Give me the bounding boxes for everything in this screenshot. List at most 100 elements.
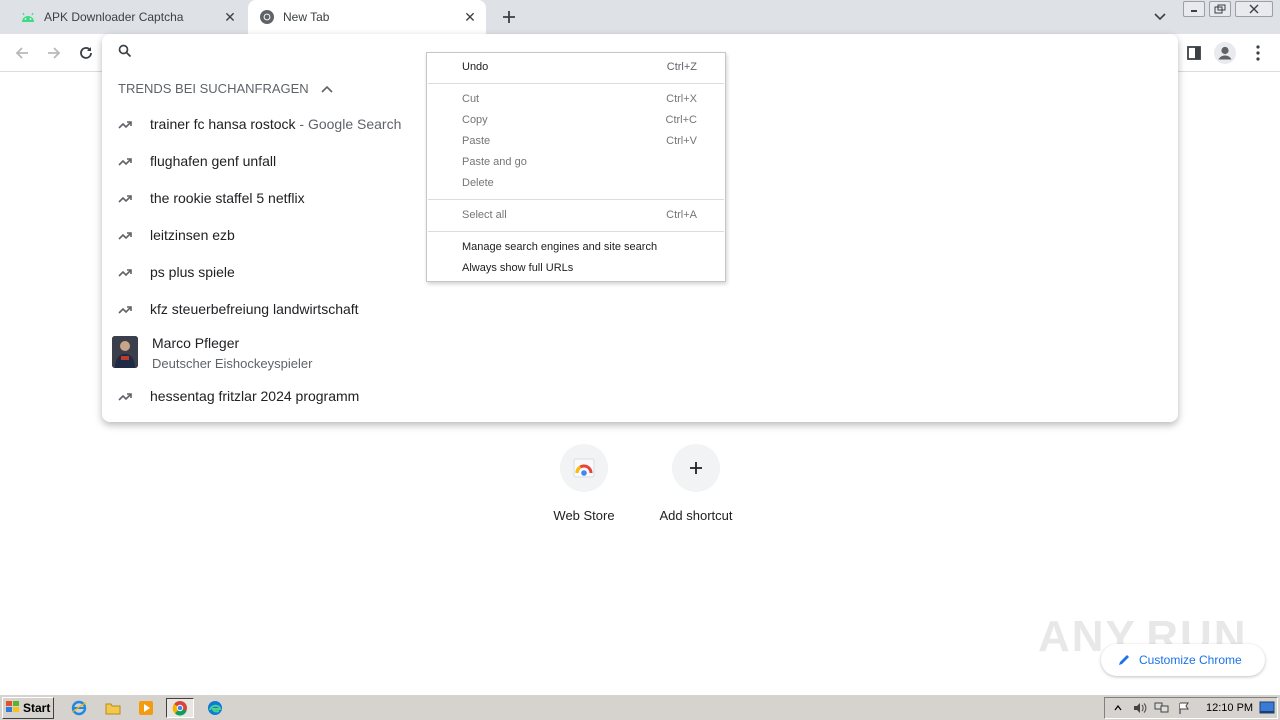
internet-explorer-icon[interactable] [68, 698, 90, 718]
chevron-up-icon[interactable] [321, 85, 333, 93]
windows-logo-icon [6, 700, 20, 716]
entity-description: Deutscher Eishockeyspieler [152, 356, 313, 371]
suggestion-item[interactable]: flughafen genf unfall [102, 146, 422, 176]
minimize-button[interactable] [1183, 1, 1205, 17]
menu-item-shortcut: Ctrl+A [666, 209, 697, 221]
suggestion-item[interactable]: ps plus spiele [102, 257, 422, 287]
suggestion-item[interactable]: trainer fc hansa rostock - Google Search [102, 109, 422, 139]
trending-up-icon [100, 304, 150, 314]
suggestion-text: hessentag fritzlar 2024 programm [150, 388, 360, 404]
menu-item-manage-search-engines[interactable]: Manage search engines and site search [427, 237, 725, 257]
file-explorer-icon[interactable] [102, 698, 124, 718]
suggestion-text: the rookie staffel 5 netflix [150, 190, 305, 206]
tab-title: New Tab [283, 10, 330, 24]
menu-item-label: Cut [462, 93, 480, 105]
customize-chrome-button[interactable]: Customize Chrome [1101, 644, 1265, 676]
trending-up-icon [100, 119, 150, 129]
close-tab-icon[interactable]: ✕ [460, 7, 480, 27]
back-arrow-icon [15, 47, 28, 59]
web-store-icon [560, 444, 608, 492]
suggestion-text: flughafen genf unfall [150, 153, 277, 169]
side-panel-icon [1187, 46, 1201, 60]
trending-header-label: TRENDS BEI SUCHANFRAGEN [118, 81, 309, 96]
shortcut-web-store[interactable]: Web Store [534, 444, 634, 523]
trending-up-icon [100, 193, 150, 203]
omnibox-input[interactable] [144, 40, 444, 62]
chrome-icon [259, 9, 275, 25]
action-center-flag-icon[interactable] [1175, 700, 1193, 716]
tab-strip: APK Downloader Captcha ✕ New Tab ✕ [0, 0, 1280, 34]
trending-up-icon [100, 156, 150, 166]
suggestion-text: ps plus spiele [150, 264, 235, 280]
reload-button[interactable] [74, 42, 98, 64]
menu-item-label: Undo [462, 61, 489, 73]
menu-item-label: Paste [462, 135, 491, 147]
menu-item-cut[interactable]: Cut Ctrl+X [427, 89, 725, 109]
menu-item-label: Select all [462, 209, 507, 221]
tab-new-tab[interactable]: New Tab ✕ [248, 0, 486, 34]
menu-item-select-all[interactable]: Select all Ctrl+A [427, 205, 725, 225]
chrome-taskbar-icon[interactable] [166, 698, 194, 718]
suggestion-item[interactable]: the rookie staffel 5 netflix [102, 183, 422, 213]
back-button[interactable] [10, 42, 34, 64]
new-tab-button[interactable] [498, 6, 520, 28]
suggestion-item[interactable]: kfz steuerbefreiung landwirtschaft [102, 294, 422, 324]
tab-apk-downloader[interactable]: APK Downloader Captcha ✕ [0, 0, 246, 34]
shortcut-add[interactable]: Add shortcut [646, 444, 746, 523]
menu-item-delete[interactable]: Delete [427, 173, 725, 193]
start-button[interactable]: Start [2, 697, 54, 719]
clock[interactable]: 12:10 PM [1206, 702, 1253, 714]
trending-up-icon [100, 391, 150, 401]
forward-button[interactable] [42, 42, 66, 64]
entity-suggestion[interactable]: Marco Pfleger Deutscher Eishockeyspieler [102, 334, 422, 374]
restore-icon [1214, 4, 1226, 14]
suggestion-item[interactable]: hessentag fritzlar 2024 programm [102, 381, 422, 411]
start-label: Start [23, 701, 51, 715]
customize-label: Customize Chrome [1139, 653, 1242, 667]
tray-expand-icon[interactable] [1109, 700, 1127, 716]
show-desktop-icon[interactable] [1259, 701, 1275, 718]
menu-item-undo[interactable]: Undo Ctrl+Z [427, 57, 725, 77]
menu-item-paste-and-go[interactable]: Paste and go [427, 152, 725, 172]
side-panel-button[interactable] [1182, 42, 1206, 64]
menu-item-paste[interactable]: Paste Ctrl+V [427, 131, 725, 151]
network-icon[interactable] [1153, 700, 1171, 716]
menu-item-label: Paste and go [462, 156, 527, 168]
trending-up-icon [100, 267, 150, 277]
tab-search-button[interactable] [1150, 7, 1170, 27]
close-tab-icon[interactable]: ✕ [220, 7, 240, 27]
menu-separator [428, 199, 724, 200]
entity-name: Marco Pfleger [152, 335, 240, 351]
menu-item-copy[interactable]: Copy Ctrl+C [427, 110, 725, 130]
close-icon [1249, 4, 1259, 14]
shortcut-label: Add shortcut [659, 508, 733, 523]
menu-item-label: Manage search engines and site search [462, 241, 658, 253]
suggestion-text: kfz steuerbefreiung landwirtschaft [150, 301, 359, 317]
menu-item-label: Always show full URLs [462, 262, 574, 274]
suggestion-suffix: - Google Search [295, 116, 402, 132]
plus-icon [672, 444, 720, 492]
menu-separator [428, 231, 724, 232]
volume-icon[interactable] [1131, 700, 1149, 716]
suggestion-item[interactable]: leitzinsen ezb [102, 220, 422, 250]
menu-item-shortcut: Ctrl+C [665, 114, 697, 126]
menu-item-always-show-full-urls[interactable]: Always show full URLs [427, 258, 725, 278]
chevron-down-icon [1154, 13, 1166, 21]
android-icon [20, 9, 36, 25]
taskbar: Start 12:10 PM [0, 694, 1280, 720]
profile-button[interactable] [1213, 42, 1237, 64]
menu-item-shortcut: Ctrl+X [666, 93, 697, 105]
edge-icon[interactable] [204, 698, 226, 718]
media-player-icon[interactable] [135, 698, 157, 718]
context-menu: Undo Ctrl+Z Cut Ctrl+X Copy Ctrl+C Paste… [426, 52, 726, 282]
menu-separator [428, 83, 724, 84]
menu-button[interactable] [1246, 42, 1270, 64]
menu-item-shortcut: Ctrl+V [666, 135, 697, 147]
trending-header[interactable]: TRENDS BEI SUCHANFRAGEN [118, 81, 333, 96]
kebab-menu-icon [1256, 45, 1260, 61]
close-window-button[interactable] [1235, 1, 1273, 17]
minimize-icon [1191, 10, 1197, 12]
search-icon [118, 44, 132, 63]
suggestion-text: leitzinsen ezb [150, 227, 235, 243]
restore-button[interactable] [1209, 1, 1231, 17]
